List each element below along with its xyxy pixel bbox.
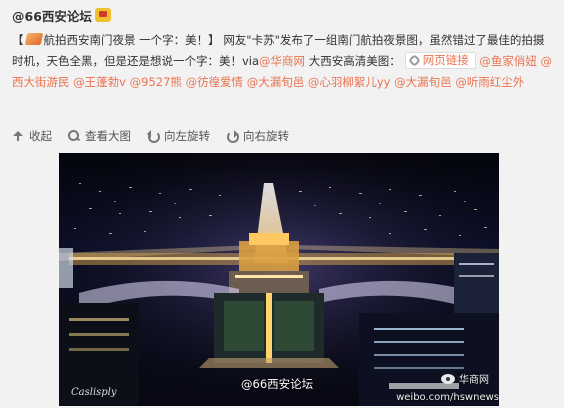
- photographer-signature: Caslisply: [71, 387, 117, 398]
- link-icon: [407, 54, 421, 67]
- mention-link[interactable]: @鱼家俏妞: [479, 54, 537, 68]
- view-large-label: 查看大图: [85, 129, 131, 143]
- watermark-url: weibo.com/hswnews: [396, 392, 499, 403]
- web-link-button[interactable]: 网页链接: [404, 52, 476, 69]
- view-large-button[interactable]: 查看大图: [68, 128, 131, 144]
- rotate-left-button[interactable]: 向左旋转: [147, 128, 210, 144]
- open-bracket: 【: [12, 33, 24, 47]
- mention-link[interactable]: @心羽柳絮儿yy: [308, 75, 391, 89]
- image-toolbar: 收起 查看大图 向左旋转 向右旋转: [12, 128, 305, 144]
- zoom-icon: [68, 130, 80, 142]
- collapse-icon: [12, 130, 24, 142]
- rotate-left-icon: [147, 130, 160, 143]
- weibo-logo-icon: [441, 373, 455, 384]
- weibo-watermark: 华商网: [441, 371, 489, 386]
- rotate-right-icon: [226, 130, 239, 143]
- post-sentence-2: 大西安高清美图：: [305, 54, 401, 68]
- web-link-label: 网页链接: [422, 53, 469, 67]
- mention-link[interactable]: @听雨红尘外: [455, 75, 524, 89]
- collapse-label: 收起: [29, 129, 52, 143]
- image-watermark: @66西安论坛: [241, 377, 314, 391]
- post-text: 【航拍西安南门夜景 一个字：美！】 网友"卡苏"发布了一组南门航拍夜景图，虽然错…: [12, 30, 552, 93]
- tag-icon: [24, 33, 43, 45]
- post-headline: 航拍西安南门夜景 一个字：美！】: [43, 33, 220, 47]
- mention-huashang[interactable]: @华商网: [259, 54, 305, 68]
- mention-link[interactable]: @大漏旬邑: [394, 75, 452, 89]
- rotate-right-label: 向右旋转: [243, 129, 289, 143]
- weibo-watermark-text: 华商网: [459, 375, 489, 386]
- collapse-button[interactable]: 收起: [12, 128, 52, 144]
- vip-badge-icon[interactable]: [94, 8, 111, 22]
- author-link[interactable]: @66西安论坛: [12, 6, 92, 25]
- mention-link[interactable]: @王蓬勃v: [73, 75, 126, 89]
- rotate-left-label: 向左旋转: [164, 129, 210, 143]
- mention-link[interactable]: @彷徨爱情: [186, 75, 244, 89]
- post-header: @66西安论坛: [12, 6, 111, 24]
- mention-link[interactable]: @大漏旬邑: [247, 75, 305, 89]
- mention-link[interactable]: @9527熊: [130, 75, 182, 89]
- rotate-right-button[interactable]: 向右旋转: [226, 128, 289, 144]
- aerial-night-photo[interactable]: Caslisply @66西安论坛 华商网 weibo.com/hswnews: [59, 153, 499, 406]
- weibo-post: @66西安论坛 【航拍西安南门夜景 一个字：美！】 网友"卡苏"发布了一组南门航…: [0, 0, 564, 408]
- city-night-scene: [59, 153, 499, 406]
